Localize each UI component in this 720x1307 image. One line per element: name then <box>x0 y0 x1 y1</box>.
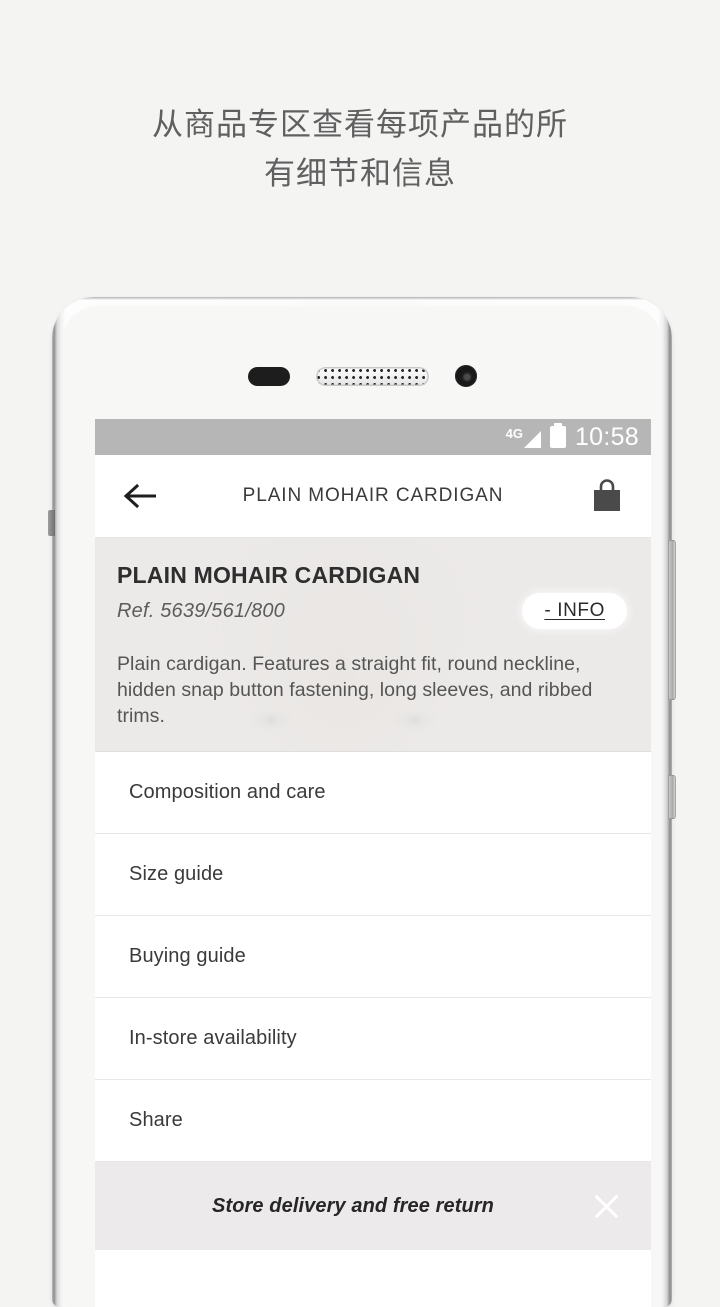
status-clock: 10:58 <box>574 422 639 451</box>
phone-device-mockup: 4G 10:58 PLAIN MOHAIR CARDIGAN PLAIN MOH… <box>48 297 676 1307</box>
signal-indicator: 4G <box>506 427 541 448</box>
menu-item-size-guide[interactable]: Size guide <box>95 834 651 916</box>
phone-top-bezel <box>63 358 661 394</box>
phone-volume-button[interactable] <box>668 540 676 700</box>
shopping-bag-icon <box>594 479 620 511</box>
screen-bottom-fill <box>95 1250 651 1280</box>
status-bar: 4G 10:58 <box>95 419 651 455</box>
shopping-bag-button[interactable] <box>583 472 631 520</box>
signal-triangle-icon <box>523 430 541 448</box>
close-x-icon[interactable] <box>589 1189 623 1223</box>
phone-body: 4G 10:58 PLAIN MOHAIR CARDIGAN PLAIN MOH… <box>63 306 661 1307</box>
phone-left-nub <box>48 510 55 536</box>
earpiece-speaker-icon <box>315 366 429 386</box>
page-title: PLAIN MOHAIR CARDIGAN <box>242 485 504 506</box>
delivery-banner: Store delivery and free return <box>95 1162 651 1250</box>
info-toggle-button[interactable]: - INFO <box>522 593 627 629</box>
proximity-sensor-icon <box>247 366 290 386</box>
front-camera-icon <box>454 365 477 387</box>
product-description: Plain cardigan. Features a straight fit,… <box>117 653 593 727</box>
back-arrow-icon <box>124 483 156 509</box>
phone-screen: 4G 10:58 PLAIN MOHAIR CARDIGAN PLAIN MOH… <box>95 419 651 1307</box>
network-type-label: 4G <box>505 425 523 441</box>
menu-item-composition-and-care[interactable]: Composition and care <box>95 751 651 834</box>
menu-item-buying-guide[interactable]: Buying guide <box>95 916 651 998</box>
menu-item-in-store-availability[interactable]: In-store availability <box>95 998 651 1080</box>
menu-item-share[interactable]: Share <box>95 1080 651 1162</box>
product-detail-menu: Composition and care Size guide Buying g… <box>95 751 651 1162</box>
battery-full-icon <box>549 423 566 448</box>
product-reference-row: Ref. 5639/561/800 - INFO <box>117 593 629 629</box>
back-button[interactable] <box>117 472 165 520</box>
product-info-panel: PLAIN MOHAIR CARDIGAN Ref. 5639/561/800 … <box>95 538 651 751</box>
app-header: PLAIN MOHAIR CARDIGAN <box>95 455 651 538</box>
phone-power-button[interactable] <box>668 775 676 819</box>
promo-headline: 从商品专区查看每项产品的所 有细节和信息 <box>152 107 568 191</box>
product-reference: Ref. 5639/561/800 <box>117 599 285 622</box>
product-name: PLAIN MOHAIR CARDIGAN <box>117 562 421 588</box>
delivery-banner-text: Store delivery and free return <box>212 1194 494 1217</box>
